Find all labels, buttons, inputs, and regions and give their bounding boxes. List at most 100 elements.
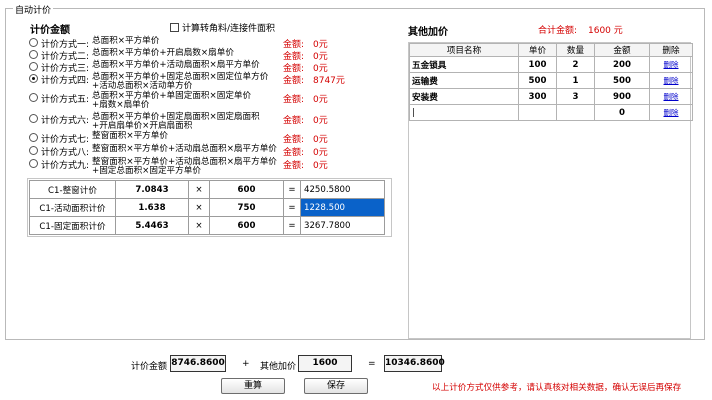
method-amount-value-6: 0元	[313, 116, 328, 126]
delete-link[interactable]: 删除	[664, 60, 679, 69]
method-radio-5[interactable]	[29, 93, 38, 102]
method-formula-7: 整窗面积×平方单价	[92, 132, 168, 141]
summary-other-field[interactable]: 1600	[298, 355, 352, 372]
method-label-4: 计价方式四:	[41, 76, 90, 86]
method-formula-line: 整窗面积×平方单价	[92, 131, 168, 141]
calc-row: C1-整窗计价 7.0843 × 600 = 4250.5800	[29, 180, 385, 199]
other-row-delete-cell: 删除	[649, 56, 693, 73]
calc-row-unit-price[interactable]: 600	[209, 216, 284, 235]
summary-price-field[interactable]: 8746.8600	[170, 355, 226, 372]
method-formula-line: +开启扇单价×开启扇面积	[92, 121, 193, 131]
other-table: 项目名称 单价 数量 金额 删除 五金锁具 100 2 200 删除 运输费 500 1 500…	[409, 43, 693, 121]
summary-total-field[interactable]: 10346.8600	[384, 355, 445, 372]
col-header-name: 项目名称	[409, 43, 519, 57]
calc-row-value[interactable]: 7.0843	[115, 180, 189, 199]
calc-row-equals: =	[283, 198, 301, 217]
method-formula-line: 总面积×平方单价+活动扇面积×扇平方单价	[92, 60, 260, 70]
other-row-name[interactable]: |	[409, 104, 519, 121]
method-amount-label-8: 金额:	[283, 148, 305, 158]
col-header-price: 单价	[518, 43, 557, 57]
calc-row-unit-price[interactable]: 750	[209, 198, 284, 217]
other-table-header: 项目名称 单价 数量 金额 删除	[409, 43, 693, 57]
calc-row-result[interactable]: 4250.5800	[300, 180, 385, 199]
summary-plus: +	[242, 359, 250, 369]
other-row-qty[interactable]: 2	[556, 56, 595, 73]
method-amount-label-4: 金额:	[283, 76, 305, 86]
method-radio-9[interactable]	[29, 159, 38, 168]
recalc-button[interactable]: 重算	[221, 378, 285, 394]
calc-row: C1-活动面积计价 1.638 × 750 = 1228.500	[29, 198, 385, 217]
method-radio-4[interactable]	[29, 74, 38, 83]
method-amount-value-4: 8747元	[313, 76, 345, 86]
other-row-price[interactable]: 100	[518, 56, 557, 73]
method-formula-line: 总面积×平方单价+开启扇数×扇单价	[92, 48, 234, 58]
method-radio-1[interactable]	[29, 38, 38, 47]
method-amount-value-8: 0元	[313, 148, 328, 158]
calc-row-unit-price[interactable]: 600	[209, 180, 284, 199]
calc-table: C1-整窗计价 7.0843 × 600 = 4250.5800 C1-活动面积计价 1.63…	[29, 180, 385, 235]
summary-price-label: 计价金额	[131, 362, 168, 372]
other-row-amount: 0	[594, 104, 650, 121]
calc-row-value[interactable]: 5.4463	[115, 216, 189, 235]
summary-equals: =	[368, 359, 376, 369]
calc-row-result[interactable]: 3267.7800	[300, 216, 385, 235]
delete-link[interactable]: 删除	[664, 76, 679, 85]
other-total-value: 1600 元	[588, 26, 623, 36]
calc-row: C1-固定面积计价 5.4463 × 600 = 3267.7800	[29, 216, 385, 235]
col-header-delete: 删除	[649, 43, 693, 57]
other-row-qty[interactable]: 3	[556, 88, 595, 105]
method-formula-8: 整窗面积×平方单价+活动扇总面积×扇平方单价	[92, 145, 277, 154]
delete-link[interactable]: 删除	[664, 108, 679, 117]
other-row-qty[interactable]	[556, 104, 595, 121]
other-row-price[interactable]	[518, 104, 557, 121]
summary-other-label: 其他加价	[260, 362, 297, 372]
other-row-delete-cell: 删除	[649, 104, 693, 121]
group-title: 自动计价	[13, 3, 54, 16]
calc-row-label: C1-整窗计价	[29, 180, 116, 199]
other-row-price[interactable]: 300	[518, 88, 557, 105]
other-section-title: 其他加价	[408, 27, 448, 38]
method-formula-5: 总面积×平方单价+单固定面积×固定单价 +扇数×扇单价	[92, 92, 251, 110]
delete-link[interactable]: 删除	[664, 92, 679, 101]
pricing-section-title: 计价金额	[30, 25, 70, 36]
method-radio-7[interactable]	[29, 133, 38, 142]
other-row-amount: 200	[594, 56, 650, 73]
other-table-row: 安装费 300 3 900 删除	[409, 88, 693, 105]
other-row-name[interactable]: 运输费	[409, 72, 519, 89]
method-formula-9: 整窗面积×平方单价+活动扇总面积×扇平方单价 +固定总面积×固定平方单价	[92, 158, 277, 176]
method-formula-line: 总面积×平方单价	[92, 36, 160, 46]
corner-area-checkbox[interactable]	[170, 23, 179, 32]
corner-area-checkbox-row[interactable]: 计算转角料/连接件面积	[170, 21, 275, 34]
method-amount-label-7: 金额:	[283, 135, 305, 145]
method-formula-2: 总面积×平方单价+开启扇数×扇单价	[92, 49, 234, 58]
calc-row-label: C1-固定面积计价	[29, 216, 116, 235]
calc-row-equals: =	[283, 216, 301, 235]
other-row-qty[interactable]: 1	[556, 72, 595, 89]
method-radio-3[interactable]	[29, 62, 38, 71]
method-formula-1: 总面积×平方单价	[92, 37, 159, 46]
calc-row-label: C1-活动面积计价	[29, 198, 116, 217]
calc-row-result[interactable]: 1228.500	[300, 198, 385, 217]
method-radio-6[interactable]	[29, 114, 38, 123]
other-row-delete-cell: 删除	[649, 72, 693, 89]
method-label-9: 计价方式九:	[41, 161, 90, 171]
other-row-amount: 900	[594, 88, 650, 105]
other-row-price[interactable]: 500	[518, 72, 557, 89]
method-formula-4: 总面积×平方单价+固定总面积×固定位单方价 +活动总面积×活动单方价	[92, 73, 268, 91]
other-row-name[interactable]: 五金锁具	[409, 56, 519, 73]
calc-row-operator: ×	[188, 216, 210, 235]
method-amount-value-7: 0元	[313, 135, 328, 145]
method-radio-8[interactable]	[29, 146, 38, 155]
calc-row-value[interactable]: 1.638	[115, 198, 189, 217]
method-radio-2[interactable]	[29, 50, 38, 59]
save-button[interactable]: 保存	[304, 378, 368, 394]
other-row-delete-cell: 删除	[649, 88, 693, 105]
other-row-name[interactable]: 安装费	[409, 88, 519, 105]
calc-row-equals: =	[283, 180, 301, 199]
method-amount-label-5: 金额:	[283, 95, 305, 105]
method-formula-line: +活动总面积×活动单方价	[92, 81, 193, 91]
method-label-6: 计价方式六:	[41, 116, 90, 126]
corner-area-checkbox-label: 计算转角料/连接件面积	[182, 24, 276, 34]
method-label-5: 计价方式五:	[41, 95, 90, 105]
calc-row-operator: ×	[188, 180, 210, 199]
